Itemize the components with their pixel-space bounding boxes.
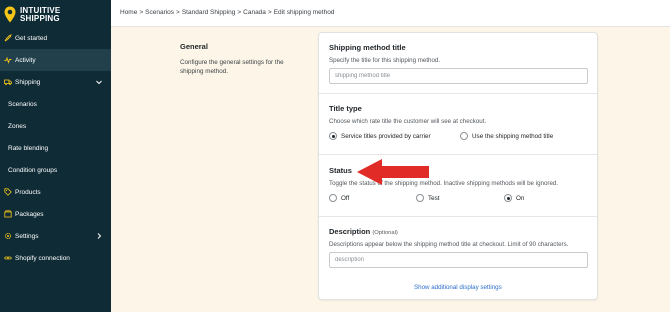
radio-button-checked[interactable]: [504, 194, 512, 202]
sidebar-item-rate-blending[interactable]: Rate blending: [0, 137, 111, 159]
breadcrumb: Home > Scenarios > Standard Shipping > Canada >…: [120, 9, 334, 16]
sidebar-item-condition-groups[interactable]: Condition groups: [0, 159, 111, 181]
sidebar-item-shopify-connection[interactable]: Shopify connection: [0, 247, 111, 269]
gear-icon: [4, 232, 12, 240]
sidebar: INTUITIVE SHIPPING Get started Activity …: [0, 0, 111, 312]
brand-name: INTUITIVE SHIPPING: [20, 6, 60, 23]
sidebar-item-shipping[interactable]: Shipping: [0, 71, 111, 93]
location-pin-icon: [4, 6, 16, 23]
breadcrumb-separator: >: [267, 9, 272, 16]
sidebar-item-zones[interactable]: Zones: [0, 115, 111, 137]
radio-status-test[interactable]: Test: [416, 193, 440, 203]
sidebar-item-label: Settings: [15, 232, 39, 240]
radio-label: Test: [428, 194, 440, 202]
description-help-text: Descriptions appear below the shipping m…: [329, 241, 569, 248]
sidebar-item-label: Scenarios: [8, 100, 37, 108]
breadcrumb-canada[interactable]: Canada: [243, 9, 266, 16]
status-heading: Status: [329, 166, 352, 175]
sidebar-item-label: Shipping: [15, 78, 41, 86]
truck-icon: [4, 78, 12, 86]
description-input[interactable]: [329, 252, 588, 268]
sidebar-item-label: Rate blending: [8, 144, 49, 152]
chevron-right-icon: [97, 233, 102, 239]
red-arrow-annotation: [357, 159, 429, 185]
sidebar-item-label: Activity: [15, 56, 36, 64]
sidebar-nav: Get started Activity Shipping Scenarios …: [0, 27, 111, 269]
sidebar-item-scenarios[interactable]: Scenarios: [0, 93, 111, 115]
sidebar-item-label: Zones: [8, 122, 27, 130]
title-type-description: Choose which rate title the customer wil…: [329, 118, 487, 125]
title-type-section: Title type Choose which rate title the c…: [319, 94, 597, 155]
radio-label: Use the shipping method title: [472, 132, 554, 140]
radio-method-title[interactable]: Use the shipping method title: [460, 131, 553, 141]
description-heading-text: Description: [329, 227, 371, 236]
sidebar-item-activity[interactable]: Activity: [0, 49, 111, 71]
breadcrumb-separator: >: [237, 9, 242, 16]
title-type-heading: Title type: [329, 104, 362, 113]
breadcrumb-standard-shipping[interactable]: Standard Shipping: [182, 9, 236, 16]
radio-label: Service titles provided by carrier: [341, 132, 431, 140]
sidebar-item-get-started[interactable]: Get started: [0, 27, 111, 49]
shipping-method-title-heading: Shipping method title: [329, 43, 406, 52]
tag-icon: [4, 188, 12, 196]
radio-button-checked[interactable]: [329, 132, 337, 140]
general-section-description: Configure the general settings for the s…: [180, 59, 284, 75]
top-bar: Home > Scenarios > Standard Shipping > Canada >…: [111, 0, 670, 27]
radio-label: Off: [341, 194, 350, 202]
sidebar-item-packages[interactable]: Packages: [0, 203, 111, 225]
radio-button[interactable]: [460, 132, 468, 140]
shipping-method-title-section: Shipping method title Specify the title …: [319, 33, 597, 94]
general-section-title: General: [180, 42, 208, 51]
optional-label: (Optional): [372, 230, 398, 236]
shipping-method-title-input[interactable]: [329, 68, 588, 84]
sidebar-item-label: Shopify connection: [15, 254, 70, 262]
brand-logo[interactable]: INTUITIVE SHIPPING: [4, 3, 60, 26]
brand-line-2: SHIPPING: [20, 13, 60, 23]
radio-button[interactable]: [416, 194, 424, 202]
activity-icon: [4, 56, 12, 64]
package-icon: [4, 210, 12, 218]
description-heading: Description (Optional): [329, 227, 398, 236]
breadcrumb-scenarios[interactable]: Scenarios: [145, 9, 174, 16]
breadcrumb-home[interactable]: Home: [120, 9, 137, 16]
radio-status-on[interactable]: On: [504, 193, 524, 203]
radio-button[interactable]: [329, 194, 337, 202]
breadcrumb-current: Edit shipping method: [273, 9, 335, 16]
sidebar-item-label: Packages: [15, 210, 44, 218]
radio-label: On: [516, 194, 525, 202]
link-icon: [4, 254, 12, 262]
sidebar-item-label: Condition groups: [8, 166, 58, 174]
rocket-icon: [4, 34, 12, 42]
show-additional-display-settings-link[interactable]: Show additional display settings: [414, 284, 502, 291]
sidebar-item-label: Products: [15, 188, 41, 196]
radio-status-off[interactable]: Off: [329, 193, 349, 203]
sidebar-item-label: Get started: [15, 34, 48, 42]
shipping-method-title-description: Specify the title for this shipping meth…: [329, 57, 441, 64]
chevron-down-icon: [96, 80, 102, 85]
breadcrumb-separator: >: [139, 9, 144, 16]
sidebar-item-products[interactable]: Products: [0, 181, 111, 203]
breadcrumb-separator: >: [176, 9, 180, 16]
description-section: Description (Optional) Descriptions appe…: [319, 217, 597, 299]
sidebar-item-settings[interactable]: Settings: [0, 225, 111, 247]
radio-carrier-titles[interactable]: Service titles provided by carrier: [329, 131, 431, 141]
